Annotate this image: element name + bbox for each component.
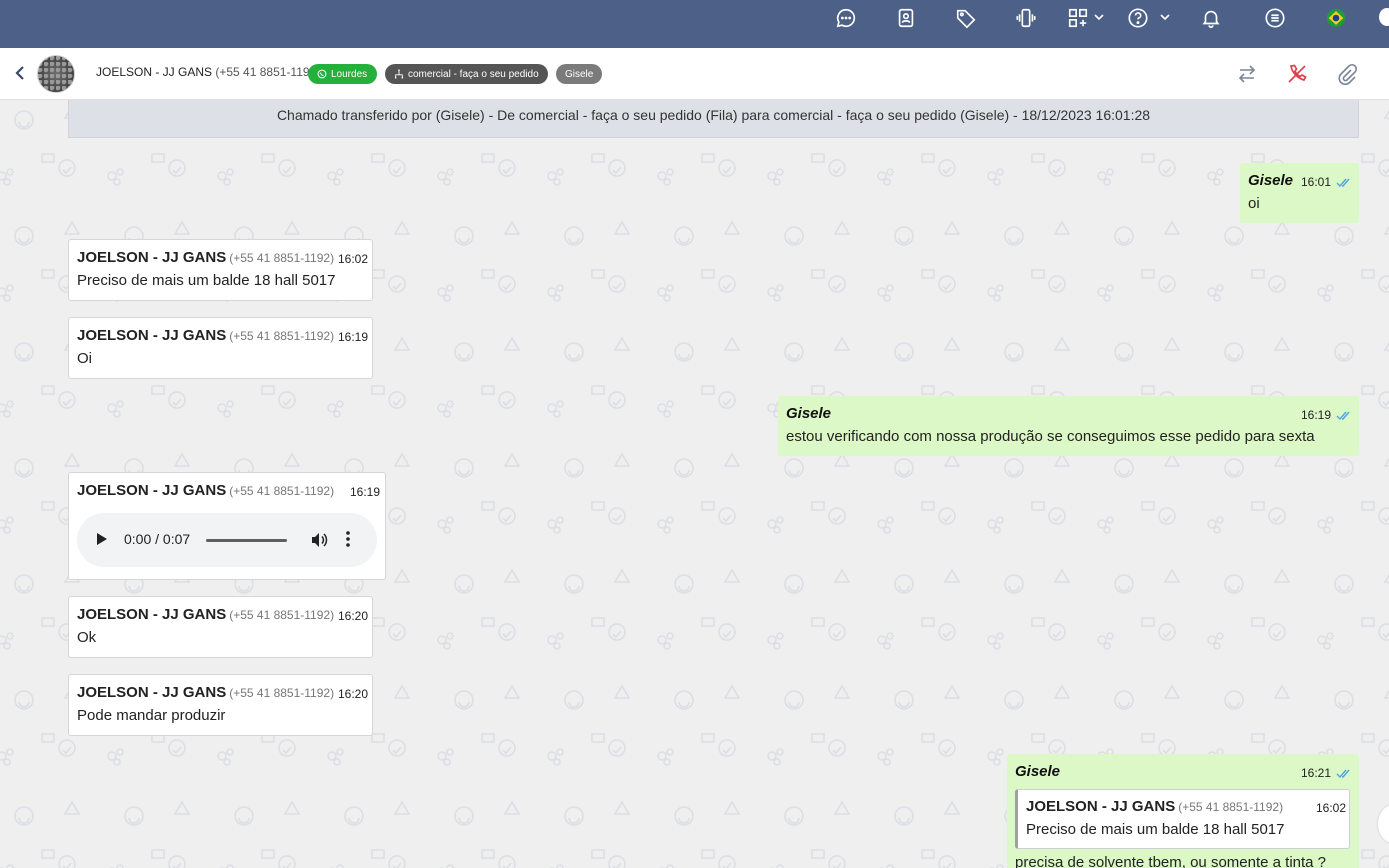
message-sender: JOELSON - JJ GANS (+55 41 8851-1192)	[77, 249, 334, 266]
outgoing-message[interactable]: Gisele 16:01 oi	[1240, 163, 1359, 223]
contact-book-icon[interactable]	[894, 6, 918, 30]
incoming-audio-message[interactable]: JOELSON - JJ GANS (+55 41 8851-1192) 16:1…	[68, 472, 386, 580]
sender-name: JOELSON - JJ GANS	[77, 684, 227, 701]
message-sender: Gisele	[786, 405, 832, 422]
incoming-message[interactable]: JOELSON - JJ GANS (+55 41 8851-1192) 16:0…	[68, 239, 373, 301]
incoming-message[interactable]: JOELSON - JJ GANS (+55 41 8851-1192) 16:2…	[68, 674, 373, 736]
message-time: 16:02	[338, 252, 369, 266]
sender-phone: (+55 41 8851-1192)	[229, 686, 335, 700]
volume-icon[interactable]	[310, 531, 328, 549]
sender-phone: (+55 41 8851-1192)	[229, 484, 335, 498]
read-checkmarks-icon	[1336, 411, 1350, 421]
message-time: 16:19	[350, 485, 381, 499]
status-indicator	[1379, 8, 1389, 26]
transfer-arrows-icon[interactable]	[1236, 63, 1258, 85]
sender-name: JOELSON - JJ GANS	[1026, 798, 1176, 815]
chat-header: JOELSON - JJ GANS (+55 41 8851-1192) Lou…	[0, 48, 1389, 100]
sender-phone: (+55 41 8851-1192)	[229, 251, 335, 265]
top-app-bar	[0, 0, 1389, 48]
back-arrow-icon[interactable]	[12, 64, 28, 82]
whatsapp-connection-tag[interactable]: Lourdes	[308, 64, 377, 84]
outgoing-message[interactable]: Gisele 16:19 estou verificando com nossa…	[778, 396, 1359, 456]
read-checkmarks-icon	[1336, 178, 1350, 188]
read-checkmarks-icon	[1336, 769, 1350, 779]
message-time: 16:20	[338, 687, 369, 701]
quoted-message[interactable]: JOELSON - JJ GANS (+55 41 8851-1192) 16:0…	[1015, 789, 1350, 849]
tag-icon[interactable]	[954, 6, 978, 30]
message-sender: JOELSON - JJ GANS (+55 41 8851-1192)	[77, 482, 334, 499]
audio-progress-track[interactable]	[206, 539, 287, 542]
message-text: Oi	[77, 350, 92, 367]
quoted-sender: JOELSON - JJ GANS (+55 41 8851-1192)	[1026, 798, 1283, 815]
message-text: Preciso de mais um balde 18 hall 5017	[77, 272, 336, 289]
conversation[interactable]: Chamado transferido por (Gisele) - De co…	[0, 100, 1389, 868]
audio-time: 0:00 / 0:07	[124, 531, 191, 547]
whatsapp-icon	[317, 69, 327, 79]
sender-name: JOELSON - JJ GANS	[77, 606, 227, 623]
sender-name: JOELSON - JJ GANS	[77, 327, 227, 344]
contact-phone: (+55 41 8851-1192)	[215, 65, 321, 79]
agent-label: Gisele	[565, 68, 594, 80]
incoming-message[interactable]: JOELSON - JJ GANS (+55 41 8851-1192) 16:2…	[68, 596, 373, 658]
message-time: 16:19	[1301, 408, 1332, 422]
message-sender: JOELSON - JJ GANS (+55 41 8851-1192)	[77, 684, 334, 701]
quoted-text: Preciso de mais um balde 18 hall 5017	[1026, 821, 1285, 838]
paperclip-icon[interactable]	[1336, 63, 1358, 85]
contact-title[interactable]: JOELSON - JJ GANS (+55 41 8851-1192)	[96, 65, 320, 79]
message-sender: Gisele	[1248, 172, 1294, 189]
help-circle-icon[interactable]	[1126, 6, 1150, 30]
message-time: 16:21	[1301, 766, 1332, 780]
avatar[interactable]	[37, 55, 75, 93]
message-text: precisa de solvente tbem, ou somente a t…	[1015, 854, 1327, 868]
bell-icon[interactable]	[1199, 6, 1223, 30]
apps-grid-icon[interactable]	[1066, 6, 1090, 30]
message-time: 16:20	[338, 609, 369, 623]
message-time: 16:19	[338, 330, 369, 344]
transfer-notice: Chamado transferido por (Gisele) - De co…	[68, 100, 1359, 138]
chevron-down-icon[interactable]	[1160, 12, 1170, 22]
queue-label: comercial - faça o seu pedido	[408, 68, 539, 80]
more-options-icon[interactable]	[345, 530, 351, 548]
message-text: estou verificando com nossa produção se …	[786, 428, 1315, 445]
chat-bubbles-icon[interactable]	[834, 6, 858, 30]
contact-name: JOELSON - JJ GANS	[96, 65, 213, 79]
message-sender: JOELSON - JJ GANS (+55 41 8851-1192)	[77, 327, 334, 344]
message-sender: JOELSON - JJ GANS (+55 41 8851-1192)	[77, 606, 334, 623]
play-icon[interactable]	[96, 532, 108, 546]
chevron-down-icon[interactable]	[1094, 12, 1104, 22]
message-sender: Gisele	[1015, 763, 1061, 780]
end-call-icon[interactable]	[1286, 63, 1308, 85]
vibrate-phone-icon[interactable]	[1014, 6, 1038, 30]
menu-lines-icon[interactable]	[1263, 6, 1287, 30]
whatsapp-connection-label: Lourdes	[331, 68, 368, 80]
agent-tag[interactable]: Gisele	[556, 64, 602, 84]
message-time: 16:01	[1301, 175, 1332, 189]
sender-phone: (+55 41 8851-1192)	[229, 329, 335, 343]
queue-tag[interactable]: comercial - faça o seu pedido	[385, 64, 548, 84]
quoted-time: 16:02	[1316, 801, 1347, 815]
brazil-flag-icon[interactable]	[1324, 6, 1348, 30]
message-text: Pode mandar produzir	[77, 707, 226, 724]
incoming-message[interactable]: JOELSON - JJ GANS (+55 41 8851-1192) 16:1…	[68, 317, 373, 379]
sitemap-icon	[394, 69, 404, 79]
audio-player[interactable]: 0:00 / 0:07	[77, 513, 377, 567]
message-text: oi	[1248, 195, 1260, 212]
outgoing-reply-message[interactable]: Gisele 16:21 JOELSON - JJ GANS (+55 41 88…	[1007, 754, 1359, 868]
sender-name: JOELSON - JJ GANS	[77, 249, 227, 266]
sender-name: JOELSON - JJ GANS	[77, 482, 227, 499]
sender-phone: (+55 41 8851-1192)	[229, 608, 335, 622]
message-text: Ok	[77, 629, 97, 646]
sender-phone: (+55 41 8851-1192)	[1178, 800, 1284, 814]
